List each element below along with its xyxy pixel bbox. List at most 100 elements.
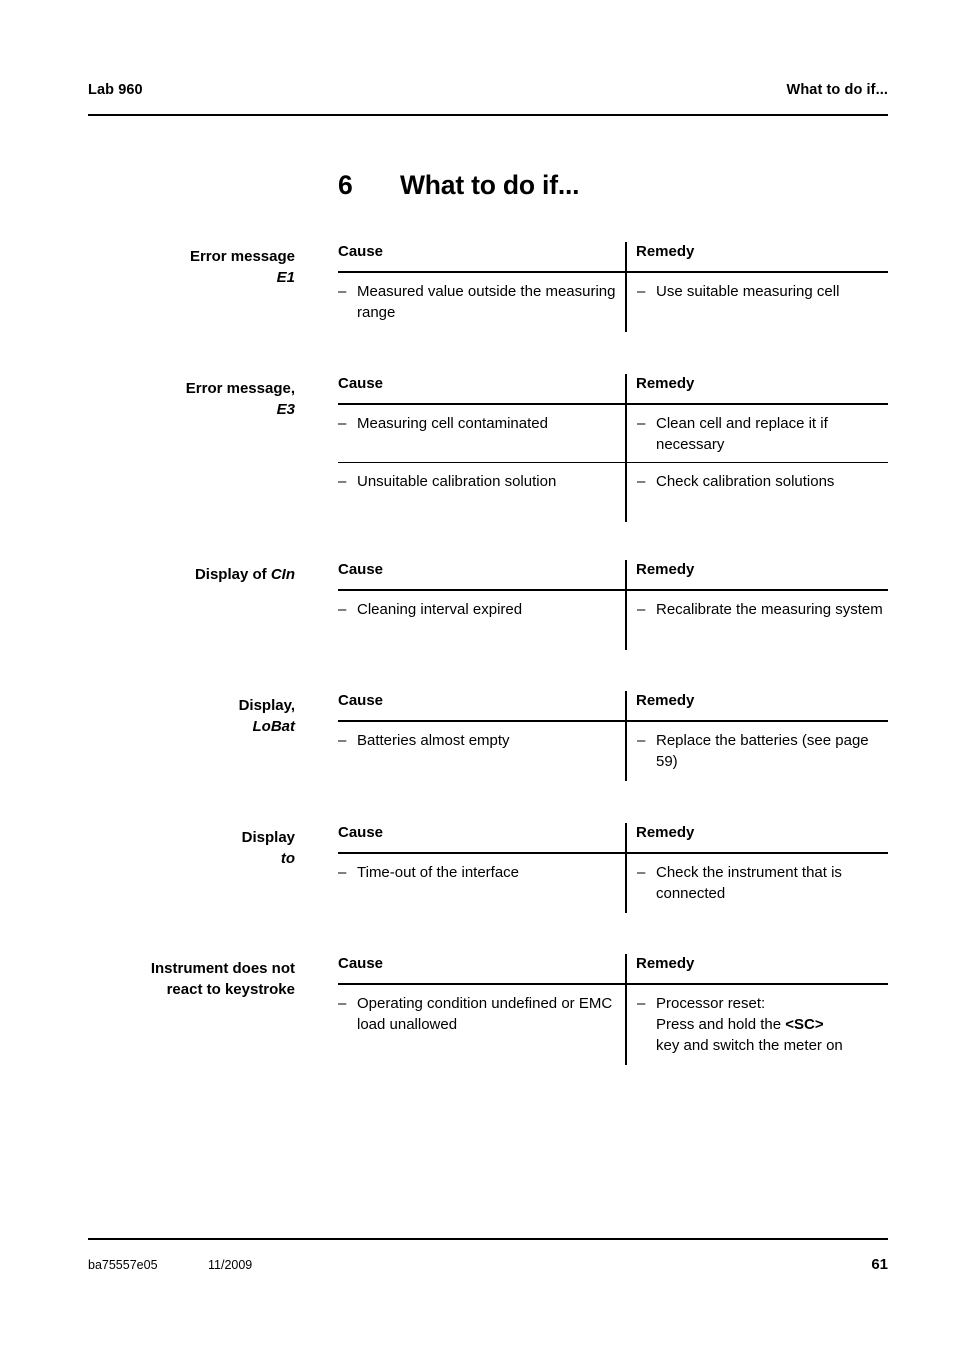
bullet-dash: –	[637, 414, 646, 432]
remedy-text: Replace the batteries (see page 59)	[656, 731, 869, 770]
block-label-line1: Instrument does not	[150, 960, 295, 977]
cell-remedy: – Recalibrate the measuring system	[625, 599, 888, 620]
block-label-line2: react to keystroke	[166, 981, 295, 998]
troubleshooting-block-cin: Display of CIn Cause Remedy – Cleaning i…	[88, 560, 888, 650]
remedy-text: Check calibration solutions	[656, 472, 835, 490]
block-label-no-reaction: Instrument does not react to keystroke	[88, 954, 295, 1000]
block-label-code: to	[280, 850, 295, 867]
bullet-dash: –	[637, 472, 646, 490]
table-lobat: Cause Remedy – Batteries almost empty –	[338, 691, 888, 781]
running-header: Lab 960 What to do if...	[88, 82, 888, 98]
block-label-line1: Display of CIn	[88, 564, 295, 585]
bullet-dash: –	[637, 994, 646, 1012]
block-label-code: E3	[276, 401, 295, 418]
cause-text: Time-out of the interface	[357, 863, 520, 881]
remedy-text-part: Press and hold the	[656, 1015, 786, 1033]
column-header-cause: Cause	[338, 824, 384, 841]
remedy-text-part: key and switch the meter on	[656, 1036, 843, 1054]
chapter-title: What to do if...	[400, 170, 580, 200]
block-label-e3: Error message, E3	[88, 374, 295, 420]
column-header-remedy: Remedy	[636, 824, 695, 841]
bullet-dash: –	[338, 472, 347, 490]
chapter-number: 6	[338, 170, 353, 200]
column-header-remedy: Remedy	[636, 561, 695, 578]
table-header-row: Cause Remedy	[338, 560, 888, 589]
cell-remedy: – Clean cell and replace it if necessary	[625, 413, 888, 455]
cell-remedy: – Check calibration solutions	[625, 471, 888, 492]
table-header-row: Cause Remedy	[338, 691, 888, 720]
column-header-remedy: Remedy	[636, 955, 695, 972]
cell-cause: – Unsuitable calibration solution	[338, 471, 625, 492]
column-divider	[625, 954, 627, 1065]
table-header-row: Cause Remedy	[338, 374, 888, 403]
column-divider	[625, 242, 627, 332]
table-row: – Batteries almost empty – Replace the b…	[338, 722, 888, 772]
table-row: – Measured value outside the measuring r…	[338, 273, 888, 323]
table-row: – Measuring cell contaminated – Clean ce…	[338, 405, 888, 455]
column-divider	[625, 823, 627, 913]
bullet-dash: –	[338, 731, 347, 749]
table-cin: Cause Remedy – Cleaning interval expired…	[338, 560, 888, 650]
column-divider	[625, 374, 627, 522]
column-header-remedy: Remedy	[636, 243, 695, 260]
footer-divider	[88, 1238, 888, 1240]
bullet-dash: –	[637, 731, 646, 749]
cause-text: Unsuitable calibration solution	[357, 472, 557, 490]
cell-remedy: – Check the instrument that is connected	[625, 862, 888, 904]
header-left-title: Lab 960	[88, 82, 143, 98]
bullet-dash: –	[338, 282, 347, 300]
cell-remedy: – Replace the batteries (see page 59)	[625, 730, 888, 772]
remedy-text: Recalibrate the measuring system	[656, 600, 883, 618]
bullet-dash: –	[637, 863, 646, 881]
block-label-e1: Error message E1	[88, 242, 295, 288]
cell-cause: – Batteries almost empty	[338, 730, 625, 772]
troubleshooting-block-lobat: Display, LoBat Cause Remedy – Batteries …	[88, 691, 888, 781]
block-label-lobat: Display, LoBat	[88, 691, 295, 737]
column-header-remedy: Remedy	[636, 375, 695, 392]
bullet-dash: –	[637, 282, 646, 300]
table-header-row: Cause Remedy	[338, 954, 888, 983]
table-header-row: Cause Remedy	[338, 823, 888, 852]
cell-cause: – Operating condition undefined or EMC l…	[338, 993, 625, 1056]
remedy-text-part: Processor reset:	[656, 994, 766, 1012]
block-label-code: CIn	[270, 566, 295, 583]
cell-cause: – Measuring cell contaminated	[338, 413, 625, 455]
block-label-text: Display of	[194, 566, 271, 583]
block-label-line1: Error message	[189, 248, 295, 265]
header-right-title: What to do if...	[786, 82, 888, 98]
column-divider	[625, 691, 627, 781]
remedy-text: Clean cell and replace it if necessary	[656, 414, 828, 453]
block-label-line1: Error message,	[185, 380, 295, 397]
cause-text: Batteries almost empty	[357, 731, 510, 749]
cell-cause: – Measured value outside the measuring r…	[338, 281, 625, 323]
table-e1: Cause Remedy – Measured value outside th…	[338, 242, 888, 332]
troubleshooting-block-to: Display to Cause Remedy – Time-out of th…	[88, 823, 888, 913]
column-divider	[625, 560, 627, 650]
block-label-code: E1	[276, 269, 295, 286]
table-header-row: Cause Remedy	[338, 242, 888, 271]
table-e3: Cause Remedy – Measuring cell contaminat…	[338, 374, 888, 522]
block-label-line1: Display	[241, 829, 295, 846]
cell-remedy: – Processor reset: Press and hold the <SC…	[625, 993, 888, 1056]
column-header-cause: Cause	[338, 692, 384, 709]
bullet-dash: –	[338, 863, 347, 881]
block-label-to: Display to	[88, 823, 295, 869]
page-footer: ba75557e05 11/2009 61	[88, 1256, 888, 1273]
footer-date: 11/2009	[208, 1258, 253, 1272]
troubleshooting-block-e3: Error message, E3 Cause Remedy – Measuri…	[88, 374, 888, 522]
table-row: – Time-out of the interface – Check the …	[338, 854, 888, 904]
cell-cause: – Time-out of the interface	[338, 862, 625, 904]
block-label-line1: Display,	[238, 697, 295, 714]
remedy-text: Processor reset: Press and hold the <SC> k…	[656, 993, 888, 1056]
bullet-dash: –	[338, 414, 347, 432]
column-header-cause: Cause	[338, 955, 384, 972]
troubleshooting-block-no-reaction: Instrument does not react to keystroke C…	[88, 954, 888, 1065]
bullet-dash: –	[338, 600, 347, 618]
bullet-dash: –	[637, 600, 646, 618]
cause-text: Measured value outside the measuring ran…	[357, 282, 616, 321]
cell-remedy: – Use suitable measuring cell	[625, 281, 888, 323]
cause-text: Measuring cell contaminated	[357, 414, 548, 432]
block-label-cin: Display of CIn	[88, 560, 295, 585]
header-divider	[88, 114, 888, 116]
table-row: – Operating condition undefined or EMC l…	[338, 985, 888, 1056]
